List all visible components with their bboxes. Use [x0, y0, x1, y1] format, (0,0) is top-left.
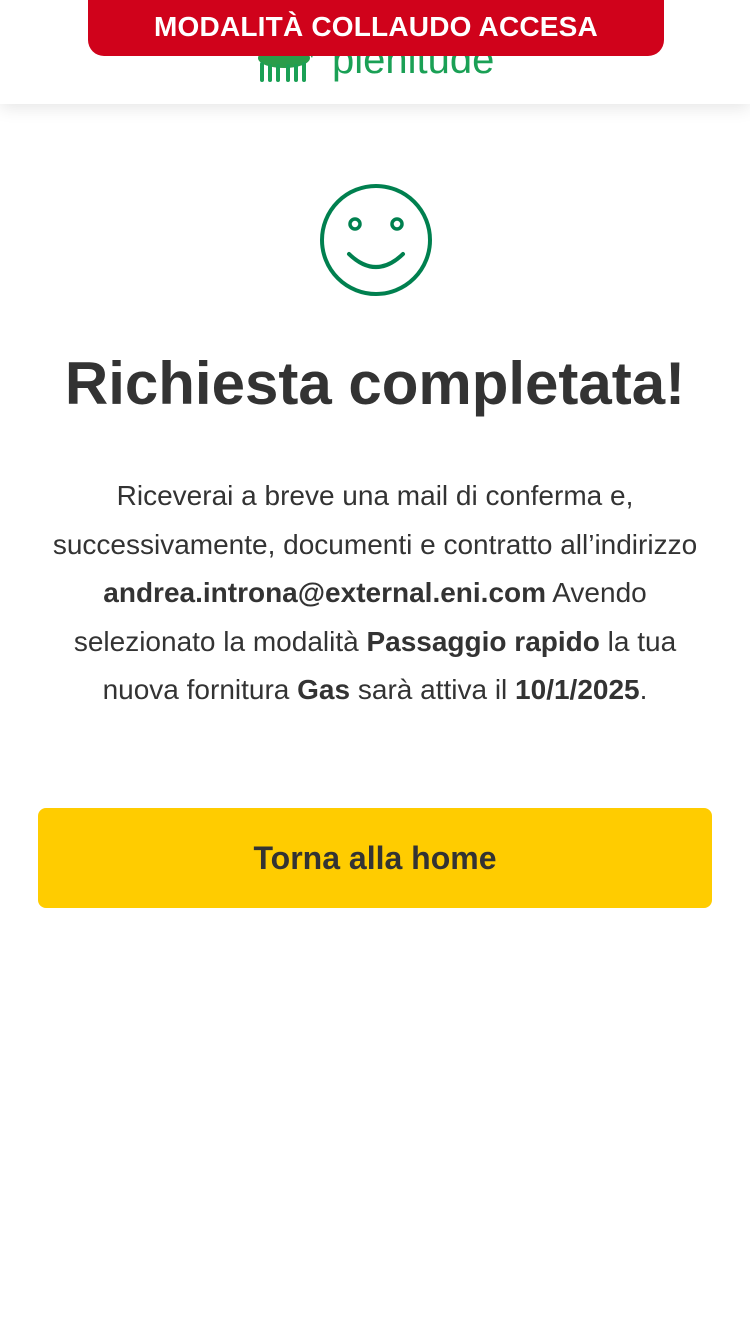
confirmation-message: Riceverai a breve una mail di conferma e…: [40, 472, 710, 715]
message-text-4: sarà attiva il: [350, 674, 516, 705]
supply-type: Gas: [297, 674, 351, 705]
test-mode-banner: MODALITÀ COLLAUDO ACCESA: [88, 0, 664, 56]
back-home-button[interactable]: Torna alla home: [38, 808, 712, 908]
page-title: Richiesta completata!: [64, 350, 686, 417]
activation-date: 10/1/2025: [515, 674, 640, 705]
switch-mode: Passaggio rapido: [366, 625, 600, 657]
message-text-1: Riceverai a breve una mail di conferma e…: [52, 480, 698, 560]
smiley-icon: [320, 184, 432, 296]
message-text-5: .: [639, 674, 648, 705]
email-address: andrea.introna@external.eni.com: [103, 577, 547, 608]
